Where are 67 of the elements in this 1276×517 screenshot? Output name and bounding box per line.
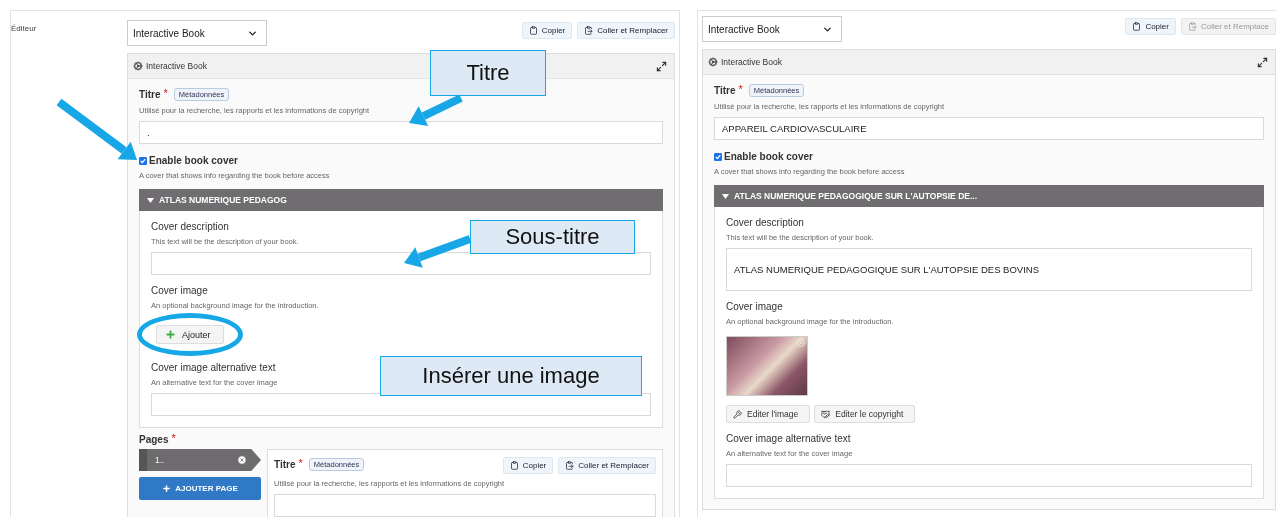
editor-label: Éditeur <box>11 23 38 33</box>
text-input[interactable]: APPAREIL CARDIOVASCULAIRE <box>714 117 1264 140</box>
checkbox-label: Enable book cover <box>724 151 813 162</box>
callout-box: Insérer une image <box>380 356 642 396</box>
clipboard-icon <box>1132 22 1142 31</box>
field-label: Cover image <box>151 285 209 296</box>
required-mark: * <box>163 87 168 99</box>
panel-title: Interactive Book <box>708 57 782 67</box>
callout-box: Titre <box>430 50 546 96</box>
text-input[interactable] <box>151 252 651 275</box>
expand-icon[interactable] <box>1257 56 1268 68</box>
field-label: Cover image <box>726 301 784 312</box>
text-input[interactable]: . <box>139 121 663 144</box>
wrench-icon <box>733 409 742 419</box>
field-label: Cover image alternative text <box>151 362 277 373</box>
text-input[interactable] <box>726 464 1252 487</box>
callout-box: Sous-titre <box>470 220 635 254</box>
page-tab[interactable]: 1.. <box>139 449 261 471</box>
edit-image-button[interactable]: Editer l'image <box>726 405 811 423</box>
paste-replace-button[interactable]: Coller et Remplacer <box>577 22 675 39</box>
clipboard-icon <box>565 461 575 470</box>
content-type-select[interactable]: Interactive Book <box>702 16 842 42</box>
field-label: Cover description <box>151 221 230 232</box>
clipboard-icon <box>509 461 519 470</box>
plus-icon <box>162 484 172 493</box>
gear-icon <box>133 61 143 71</box>
clipboard-icon <box>528 26 538 35</box>
field-label: Titre <box>139 89 161 100</box>
required-mark: * <box>738 83 743 95</box>
field-label: Pages <box>139 434 169 445</box>
group-title: ATLAS NUMERIQUE PEDAGOGIQUE SUR L'AUTOPSIE DE... <box>734 191 978 201</box>
required-mark: * <box>298 457 303 469</box>
group-header[interactable]: ATLAS NUMERIQUE PEDAGOG <box>139 189 663 211</box>
group-header[interactable]: ATLAS NUMERIQUE PEDAGOGIQUE SUR L'AUTOPSIE DE... <box>714 185 1264 207</box>
pointer-arrow <box>409 94 463 126</box>
caret-icon <box>722 193 729 199</box>
copy-button[interactable]: Copier <box>1125 18 1176 35</box>
text-input[interactable]: ATLAS NUMERIQUE PEDAGOGIQUE SUR L'AUTOPSIE DES BOVINS <box>726 248 1252 291</box>
field-label: Cover image alternative text <box>726 433 852 444</box>
close-icon[interactable] <box>237 455 247 465</box>
edit-copyright-button[interactable]: Editer le copyright <box>814 405 916 423</box>
required-mark: * <box>171 432 176 444</box>
field-label: Titre <box>714 85 736 96</box>
add-page-button[interactable]: AJOUTER PAGE <box>139 477 261 500</box>
group-title: ATLAS NUMERIQUE PEDAGOG <box>159 195 287 205</box>
copy-button[interactable]: Copier <box>521 22 573 39</box>
expand-icon[interactable] <box>656 60 667 72</box>
paste-replace-button[interactable]: Coller et Remplacer <box>558 457 656 474</box>
clipboard-icon <box>1187 22 1197 31</box>
text-input[interactable] <box>151 393 651 416</box>
add-button[interactable]: Ajouter <box>156 325 224 344</box>
content-type-select[interactable]: Interactive Book <box>127 20 267 46</box>
checkbox[interactable] <box>139 156 147 165</box>
panel-title: Interactive Book <box>133 61 207 71</box>
pointer-arrow <box>404 235 472 268</box>
checkbox-label: Enable book cover <box>149 155 238 166</box>
field-label: Cover description <box>726 217 805 228</box>
field-label: Titre <box>274 459 296 470</box>
checkbox[interactable] <box>714 152 722 161</box>
clipboard-icon <box>584 26 594 35</box>
plus-icon <box>165 329 176 340</box>
gear-icon <box>708 57 718 67</box>
caret-icon <box>147 197 154 203</box>
page-tab-label: 1.. <box>155 455 165 465</box>
text-input[interactable] <box>274 494 656 517</box>
copy-button[interactable]: Copier <box>502 457 554 474</box>
handshake-icon <box>821 409 831 419</box>
